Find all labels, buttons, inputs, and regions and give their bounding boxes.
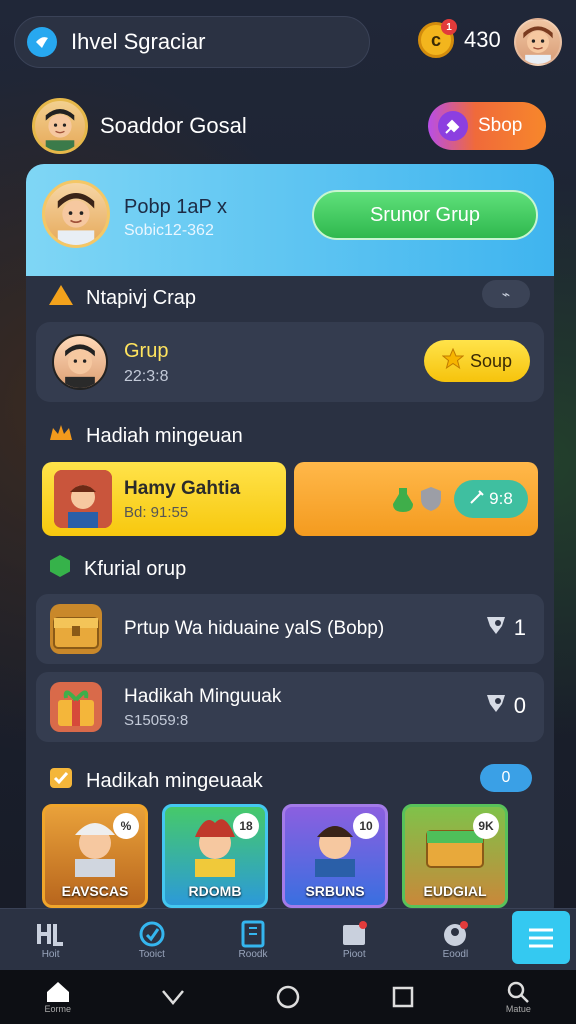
reward-tile[interactable]: 10 SRBUNS [282, 804, 388, 908]
home-icon [46, 982, 69, 1002]
nav-search[interactable]: Matue [505, 980, 531, 1014]
group-name: Grup [124, 340, 169, 362]
tab-menu[interactable] [512, 911, 571, 964]
tab-home[interactable]: Hoit [0, 909, 101, 970]
section-title-text: Kfurial orup [84, 557, 187, 580]
search-icon [508, 981, 530, 1003]
hamburger-menu-icon [526, 923, 556, 953]
book-icon [238, 919, 268, 949]
list-item-text: Prtup Wa hiduaine yalS (Bobp) [124, 618, 385, 639]
user-avatar [32, 98, 88, 154]
group-action-button[interactable]: Srunor Grup [312, 190, 538, 240]
reward-tiles: % EAVSCAS 18 RDOMB 10 SRBUNS 9K EUDGIAL [42, 804, 508, 908]
tab-inbox[interactable]: Pioot [304, 909, 405, 970]
avatar-face-icon [65, 344, 95, 388]
section-badge: 0 [480, 764, 532, 792]
user-name: Soaddor Gosal [100, 113, 247, 138]
group-card-button-label: Soup [469, 350, 513, 371]
reward-card[interactable]: Hamy Gahtia Bd: 91:55 [42, 462, 286, 536]
bottom-tab-bar: Hoit Tooict Roodk Pioot Eoodl [0, 908, 576, 970]
badge-icon [484, 614, 508, 642]
profile-avatar[interactable] [514, 18, 562, 66]
checkmark-icon [48, 766, 74, 796]
coin-count: 430 [464, 27, 501, 52]
user-circle-icon [440, 919, 470, 949]
list-item-text: Hadikah Minguuak [124, 686, 282, 707]
circle-icon [277, 985, 300, 1009]
hexagon-icon [48, 554, 72, 584]
app-logo-icon [27, 27, 57, 57]
tab-refresh[interactable]: Tooict [101, 909, 202, 970]
reward-tile[interactable]: % EAVSCAS [42, 804, 148, 908]
group-avatar [52, 334, 108, 390]
list-item[interactable]: Hadikah Minguuak S15059:8 0 [36, 672, 544, 742]
warning-triangle-icon [48, 284, 74, 312]
system-nav-bar: Eorme Matue [0, 970, 576, 1024]
tab-book[interactable]: Roodk [202, 909, 303, 970]
avatar-face-icon [57, 193, 95, 245]
section-title-weekly-rewards: Hadikah mingeuaak [48, 766, 263, 796]
app-title-bar[interactable]: Ihvel Sgraciar [14, 16, 370, 68]
group-time: 22:3:8 [124, 368, 169, 385]
badge-icon [484, 692, 508, 720]
list-item[interactable]: Prtup Wa hiduaine yalS (Bobp) 1 [36, 594, 544, 664]
nav-home-circle[interactable] [275, 984, 301, 1010]
list-item-count: 1 [484, 614, 526, 642]
section-title-text: Hadiah mingeuan [86, 424, 243, 447]
crown-icon [48, 422, 74, 450]
potion-icon [390, 486, 416, 519]
profile-header-name: Pobp 1aP x [124, 196, 228, 218]
square-icon [393, 986, 414, 1008]
coin-icon: c 1 [418, 19, 457, 58]
group-panel: Pobp 1aP x Sobic12-362 Srunor Grup Ntapi… [26, 164, 554, 924]
reward-avatar [54, 470, 112, 528]
chevron-down-icon [162, 990, 185, 1005]
shop-icon [438, 111, 468, 141]
nav-home[interactable]: Eorme [45, 980, 71, 1014]
nav-recents[interactable] [390, 984, 416, 1010]
home-grid-icon [36, 919, 66, 949]
reward-title: Hamy Gahtia [124, 478, 241, 499]
section-title-text: Ntapivj Crap [86, 286, 197, 309]
refresh-icon [137, 919, 167, 949]
group-card-button[interactable]: Soup [424, 340, 530, 382]
sword-icon [469, 489, 485, 510]
reward-value-button[interactable]: 9:8 [454, 480, 528, 518]
shop-button[interactable]: Sbop [428, 102, 546, 150]
avatar-face-icon [54, 470, 112, 528]
collapse-toggle[interactable]: ⌁ [482, 280, 530, 308]
shield-icon [420, 486, 442, 517]
avatar-face-icon [45, 109, 75, 151]
chevron-icon: ⌁ [501, 285, 511, 302]
list-item-count: 0 [484, 692, 526, 720]
notification-badge: 1 [441, 19, 457, 35]
reward-claim-card[interactable]: 9:8 [294, 462, 538, 536]
shop-label: Sbop [478, 115, 523, 136]
treasure-chest-icon [50, 604, 102, 654]
group-card[interactable]: Grup 22:3:8 Soup [36, 322, 544, 402]
coin-balance[interactable]: c 1 430 [418, 19, 501, 58]
reward-tile[interactable]: 18 RDOMB [162, 804, 268, 908]
gift-box-icon [50, 682, 102, 732]
user-row[interactable]: Soaddor Gosal [32, 98, 247, 154]
tab-profile[interactable]: Eoodl [405, 909, 506, 970]
reward-tile[interactable]: 9K EUDGIAL [402, 804, 508, 908]
section-title-group-list: Kfurial orup [48, 554, 186, 584]
profile-header-sub: Sobic12-362 [124, 222, 214, 239]
nav-back[interactable] [160, 985, 186, 1009]
profile-header-avatar[interactable] [42, 180, 110, 248]
reward-sub: Bd: 91:55 [124, 504, 189, 521]
app-title: Ihvel Sgraciar [71, 29, 206, 54]
avatar-face-icon [523, 26, 553, 64]
section-title-weekly: Hadiah mingeuan [48, 422, 243, 450]
section-title-text: Hadikah mingeuaak [86, 769, 263, 792]
section-title-group: Ntapivj Crap [48, 284, 196, 312]
list-item-sub: S15059:8 [124, 712, 189, 729]
inbox-icon [339, 919, 369, 949]
star-icon [441, 347, 465, 375]
profile-header: Pobp 1aP x Sobic12-362 Srunor Grup [26, 164, 554, 276]
reward-value: 9:8 [489, 489, 513, 508]
